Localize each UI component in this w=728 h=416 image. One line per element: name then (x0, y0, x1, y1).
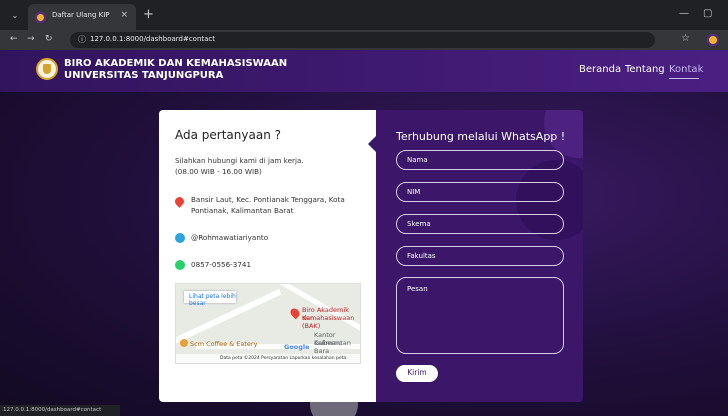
nav-kontak[interactable]: Kontak (669, 64, 703, 75)
map-pin-icon[interactable] (288, 306, 302, 320)
reload-icon[interactable]: ↻ (45, 34, 53, 44)
contact-title: Ada pertanyaan ? (175, 128, 281, 142)
tab-title: Daftar Ulang KIP (52, 11, 110, 19)
university-logo[interactable] (36, 58, 58, 80)
form-title: Terhubung melalui WhatsApp ! (396, 130, 566, 143)
pesan-textarea[interactable]: Pesan (396, 277, 564, 354)
browser-tab-bar: ⌄ Daftar Ulang KIP × + — ▢ (0, 0, 728, 30)
status-bar-url: 127.0.0.1:8000/dashboard#contact (0, 405, 120, 416)
nama-placeholder: Nama (407, 156, 428, 164)
back-icon[interactable]: ← (10, 34, 18, 44)
tab-search-icon[interactable]: ⌄ (9, 10, 21, 22)
hours-text: Silahkan hubungi kami di jam kerja. (175, 156, 304, 165)
address-line-1: Bansir Laut, Kec. Pontianak Tenggara, Ko… (191, 195, 345, 204)
fakultas-placeholder: Fakultas (407, 252, 436, 260)
browser-tab[interactable]: Daftar Ulang KIP × (28, 4, 136, 30)
view-larger-map-button[interactable]: Lihat peta lebih besar (184, 291, 236, 307)
kirim-label: Kirim (407, 368, 427, 377)
address-bar[interactable]: ⓘ 127.0.0.1:8000/dashboard#contact (70, 32, 655, 48)
map-place-name-2: Kemahasiswaan (BAK) (302, 314, 355, 330)
hours-range: (08.00 WIB - 16.00 WIB) (175, 167, 262, 176)
site-header: BIRO AKADEMIK DAN KEMAHASISWAAN UNIVERSI… (0, 50, 728, 92)
brand-title: BIRO AKADEMIK DAN KEMAHASISWAAN (64, 58, 288, 69)
pesan-placeholder: Pesan (407, 285, 428, 293)
minimize-icon[interactable]: — (679, 8, 689, 19)
tab-favicon-icon (35, 12, 46, 23)
embedded-map[interactable]: Lihat peta lebih besar Biro Akademik dan… (175, 283, 361, 364)
map-footer: Data peta ©2024 Persyaratan Laporkan kes… (176, 354, 360, 363)
telegram-icon (175, 233, 185, 243)
skema-field[interactable]: Skema (396, 214, 564, 234)
nav-tentang[interactable]: Tentang (625, 64, 665, 75)
map-poi-line-2: Kalimantan Bara (314, 339, 351, 355)
tab-close-icon[interactable]: × (120, 10, 128, 20)
active-nav-underline (669, 78, 699, 79)
profile-avatar[interactable] (707, 34, 719, 46)
fakultas-field[interactable]: Fakultas (396, 246, 564, 266)
new-tab-icon[interactable]: + (143, 7, 154, 22)
site-info-icon[interactable]: ⓘ (78, 34, 86, 45)
telegram-handle[interactable]: @Rohmawatiariyanto (191, 232, 268, 243)
nim-placeholder: NIM (407, 188, 421, 196)
skema-placeholder: Skema (407, 220, 431, 228)
restore-icon[interactable]: ▢ (703, 8, 712, 19)
whatsapp-number[interactable]: 0857-0556-3741 (191, 259, 251, 270)
whatsapp-icon (175, 260, 185, 270)
location-pin-icon (173, 195, 186, 208)
map-poi-cafe: Scm Coffee & Eatery (190, 340, 258, 348)
view-larger-map-label: Lihat peta lebih besar (189, 293, 236, 307)
cafe-marker-icon (180, 339, 188, 347)
nama-field[interactable]: Nama (396, 150, 564, 170)
address-line-2: Pontianak, Kalimantan Barat (191, 206, 294, 215)
whatsapp-form-panel: Terhubung melalui WhatsApp ! Nama NIM Sk… (376, 110, 583, 402)
google-logo: Google (284, 343, 310, 351)
kirim-button[interactable]: Kirim (396, 365, 438, 382)
page-viewport: BIRO AKADEMIK DAN KEMAHASISWAAN UNIVERSI… (0, 50, 728, 416)
browser-toolbar: ← → ↻ ⓘ 127.0.0.1:8000/dashboard#contact (0, 30, 728, 50)
bookmark-star-icon[interactable]: ☆ (681, 33, 690, 44)
contact-info-panel: Ada pertanyaan ? Silahkan hubungi kami d… (159, 110, 376, 402)
nav-beranda[interactable]: Beranda (579, 64, 621, 75)
brand-subtitle: UNIVERSITAS TANJUNGPURA (64, 70, 224, 81)
address-url[interactable]: 127.0.0.1:8000/dashboard#contact (90, 35, 215, 43)
forward-icon[interactable]: → (27, 34, 35, 44)
nim-field[interactable]: NIM (396, 182, 564, 202)
